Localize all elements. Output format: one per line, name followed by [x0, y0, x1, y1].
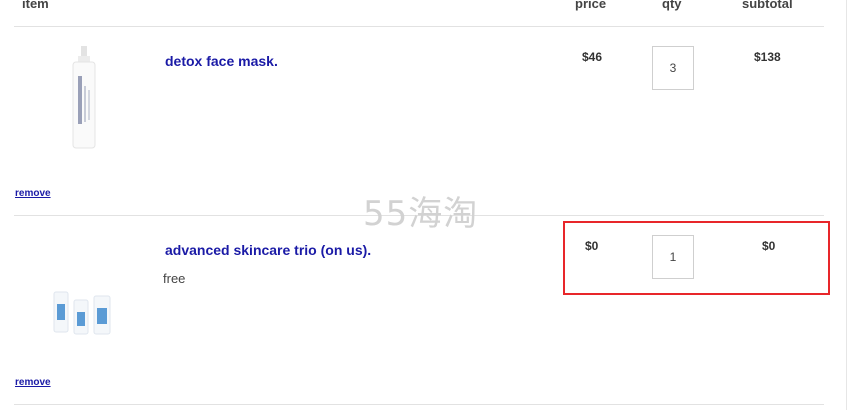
highlight-box — [563, 221, 830, 295]
item-divider — [14, 404, 824, 405]
column-header-item: item — [22, 0, 49, 11]
product-link-skincare-trio[interactable]: advanced skincare trio (on us). — [165, 242, 371, 258]
remove-link[interactable]: remove — [15, 188, 51, 199]
item-price: $46 — [582, 50, 603, 64]
side-divider — [846, 0, 847, 410]
column-header-subtotal: subtotal — [742, 0, 793, 11]
header-divider — [14, 26, 824, 27]
watermark: 55海淘 — [363, 194, 479, 234]
column-header-price: price — [575, 0, 607, 11]
item-subtotal: $138 — [754, 50, 781, 64]
free-label: free — [163, 271, 186, 286]
product-link-detox-face-mask[interactable]: detox face mask. — [165, 53, 278, 69]
remove-link[interactable]: remove — [15, 377, 51, 388]
skincare-trio-image[interactable] — [52, 286, 116, 343]
quantity-input[interactable] — [652, 46, 694, 90]
column-header-qty: qty — [662, 0, 682, 11]
detox-face-mask-image[interactable] — [70, 46, 98, 155]
